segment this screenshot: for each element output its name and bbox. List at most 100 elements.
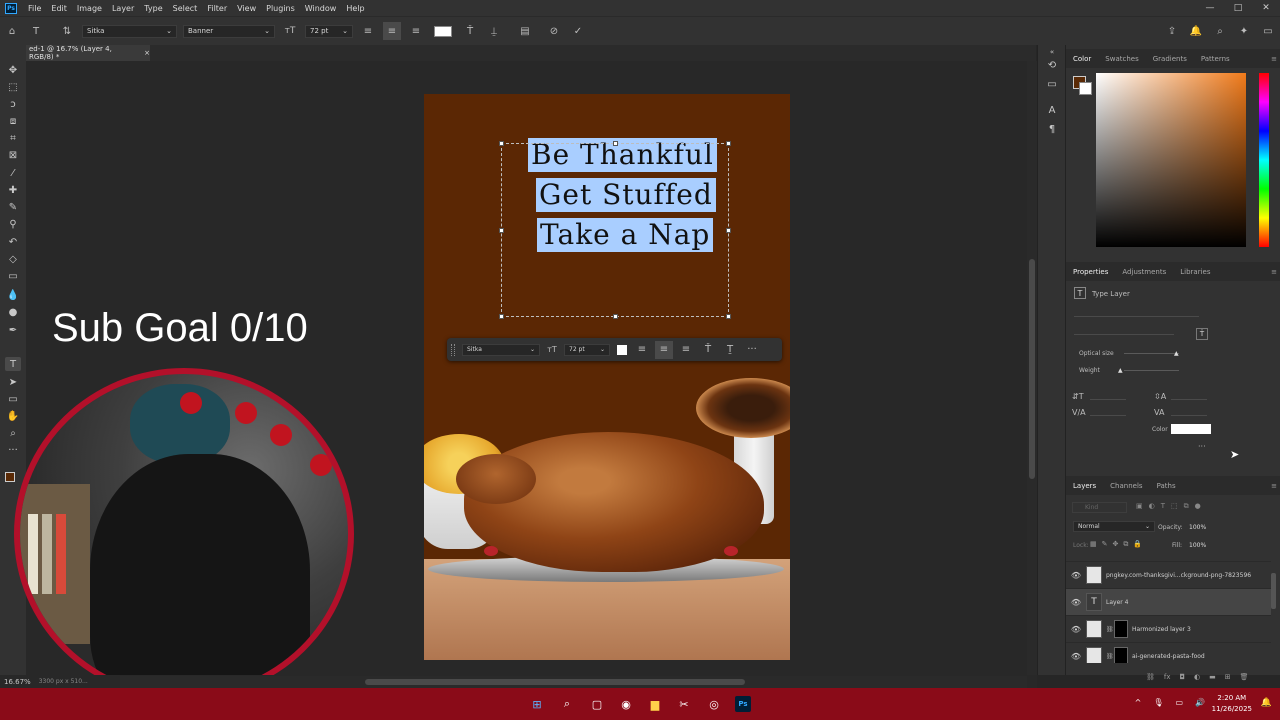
layer-row[interactable]: 👁 pngkey.com-thanksgivi...ckground-png-7… [1066, 561, 1271, 588]
notification-bell-icon[interactable]: 🔔 [1261, 698, 1272, 708]
layer-row[interactable]: 👁 T Layer 4 [1066, 588, 1271, 615]
context-font-family-select[interactable]: Sitka ⌄ [462, 343, 540, 356]
workspace-icon[interactable]: ▭ [1259, 22, 1277, 40]
chrome-icon[interactable]: ◉ [618, 696, 634, 712]
baseline-field[interactable] [1171, 409, 1207, 416]
slider-thumb-icon[interactable]: ▲ [1118, 367, 1123, 374]
layer-mask-thumbnail[interactable] [1114, 620, 1128, 638]
transform-handle[interactable] [726, 141, 731, 146]
lasso-tool-icon[interactable]: ↄ [5, 97, 21, 111]
path-selection-tool-icon[interactable]: ➤ [5, 375, 21, 389]
brush-tool-icon[interactable]: ✎ [5, 200, 21, 214]
document-tab[interactable]: ed-1 @ 16.7% (Layer 4, RGB/8) * × [26, 45, 150, 61]
system-clock[interactable]: 2:20 AM 11/26/2025 [1212, 693, 1252, 715]
menu-image[interactable]: Image [72, 4, 107, 13]
weight-slider[interactable] [1124, 370, 1179, 371]
tray-overflow-icon[interactable]: ^ [1135, 698, 1142, 707]
menu-layer[interactable]: Layer [107, 4, 139, 13]
crop-tool-icon[interactable]: ⌗ [5, 131, 21, 145]
menu-help[interactable]: Help [341, 4, 369, 13]
visibility-eye-icon[interactable]: 👁 [1066, 571, 1086, 580]
move-tool-icon[interactable]: ✥ [5, 63, 21, 77]
transform-handle[interactable] [499, 314, 504, 319]
network-icon[interactable]: ▭ [1175, 698, 1183, 707]
file-explorer-icon[interactable]: ▆ [647, 696, 663, 712]
visibility-eye-icon[interactable]: 👁 [1066, 598, 1086, 607]
kerning-field[interactable] [1090, 409, 1126, 416]
collapse-panels-icon[interactable]: « [1045, 45, 1059, 59]
text-bounding-box[interactable] [499, 141, 731, 319]
warp-text-icon[interactable]: Ť [461, 22, 479, 40]
foreground-color-swatch[interactable] [5, 472, 15, 482]
layer-mask-thumbnail[interactable] [1114, 647, 1128, 663]
text-more-options-icon[interactable]: Ṯ [721, 341, 739, 359]
gradient-tool-icon[interactable]: ▭ [5, 269, 21, 283]
cancel-icon[interactable]: ⊘ [545, 22, 563, 40]
transform-handle[interactable] [726, 314, 731, 319]
tab-channels[interactable]: Channels [1103, 482, 1149, 490]
font-style-field[interactable] [1074, 328, 1174, 335]
character-panel-icon[interactable]: A [1045, 103, 1059, 117]
blur-tool-icon[interactable]: 💧 [5, 288, 21, 302]
menu-plugins[interactable]: Plugins [261, 4, 300, 13]
frame-tool-icon[interactable]: ⊠ [5, 148, 21, 162]
scrollbar-thumb[interactable] [365, 679, 745, 685]
clone-stamp-tool-icon[interactable]: ⚲ [5, 217, 21, 231]
dodge-tool-icon[interactable]: ● [5, 305, 21, 319]
microphone-icon[interactable]: 🎙 [1153, 698, 1163, 707]
menu-file[interactable]: File [23, 4, 46, 13]
transform-handle[interactable] [613, 141, 618, 146]
tab-close-icon[interactable]: × [144, 49, 150, 57]
delete-layer-icon[interactable]: 🗑 [1240, 673, 1249, 681]
new-layer-icon[interactable]: ⊞ [1225, 673, 1231, 681]
filter-smart-object-icon[interactable]: ⧉ [1184, 502, 1189, 511]
horizontal-scrollbar[interactable] [120, 676, 1027, 688]
more-tools-icon[interactable]: ··· [5, 443, 21, 457]
align-right-icon[interactable]: ≡ [677, 341, 695, 359]
blend-mode-select[interactable]: Normal ⌄ [1073, 521, 1155, 532]
add-mask-icon[interactable]: ◘ [1180, 673, 1186, 681]
tab-paths[interactable]: Paths [1150, 482, 1183, 490]
photoshop-taskbar-icon[interactable]: Ps [735, 696, 751, 712]
notifications-icon[interactable]: 🔔 [1187, 22, 1205, 40]
text-options-icon[interactable]: Ť [1196, 328, 1208, 340]
menu-type[interactable]: Type [139, 4, 167, 13]
tab-adjustments[interactable]: Adjustments [1115, 268, 1173, 276]
zoom-tool-icon[interactable]: ⌕ [5, 426, 21, 440]
character-panel-icon[interactable]: ⍊ [485, 22, 503, 40]
opacity-value[interactable]: 100% [1189, 524, 1206, 531]
volume-icon[interactable]: 🔊 [1195, 698, 1205, 707]
eyedropper-tool-icon[interactable]: ⁄ [5, 166, 21, 180]
scrollbar-thumb[interactable] [1029, 259, 1035, 479]
pen-tool-icon[interactable]: ✒ [5, 323, 21, 337]
discover-icon[interactable]: ✦ [1235, 22, 1253, 40]
capcut-icon[interactable]: ✂ [676, 696, 692, 712]
eraser-tool-icon[interactable]: ◇ [5, 252, 21, 266]
layer-row[interactable]: 👁 ⛓ ai-generated-pasta-food [1066, 642, 1271, 663]
lock-all-icon[interactable]: 🔒 [1133, 540, 1142, 549]
tab-properties[interactable]: Properties [1066, 268, 1115, 276]
fx-icon[interactable]: fx [1164, 673, 1171, 681]
transform-handle[interactable] [499, 228, 504, 233]
font-size-select[interactable]: 72 pt ⌄ [305, 24, 353, 38]
maximize-button[interactable]: □ [1224, 3, 1252, 13]
zoom-level[interactable]: 16.67% [4, 678, 31, 686]
fill-value[interactable]: 100% [1189, 542, 1206, 549]
link-chain-icon[interactable]: ⛓ [1106, 653, 1114, 660]
link-chain-icon[interactable]: ⛓ [1106, 626, 1114, 633]
search-icon[interactable]: ⌕ [1211, 22, 1229, 40]
tab-swatches[interactable]: Swatches [1098, 55, 1145, 63]
align-center-icon[interactable]: ≡ [383, 22, 401, 40]
align-center-icon[interactable]: ≡ [655, 340, 673, 359]
hand-tool-icon[interactable]: ✋ [5, 409, 21, 423]
type-color-swatch[interactable] [1171, 424, 1211, 434]
transform-handle[interactable] [613, 314, 618, 319]
lock-transparent-icon[interactable]: ▦ [1090, 540, 1097, 549]
menu-window[interactable]: Window [300, 4, 342, 13]
font-style-select[interactable]: Banner ⌄ [183, 24, 275, 38]
menu-view[interactable]: View [232, 4, 261, 13]
lock-image-icon[interactable]: ✎ [1102, 540, 1108, 549]
optical-size-slider[interactable] [1124, 353, 1179, 354]
obs-icon[interactable]: ◎ [706, 696, 722, 712]
paragraph-panel-icon[interactable]: ¶ [1045, 122, 1059, 136]
